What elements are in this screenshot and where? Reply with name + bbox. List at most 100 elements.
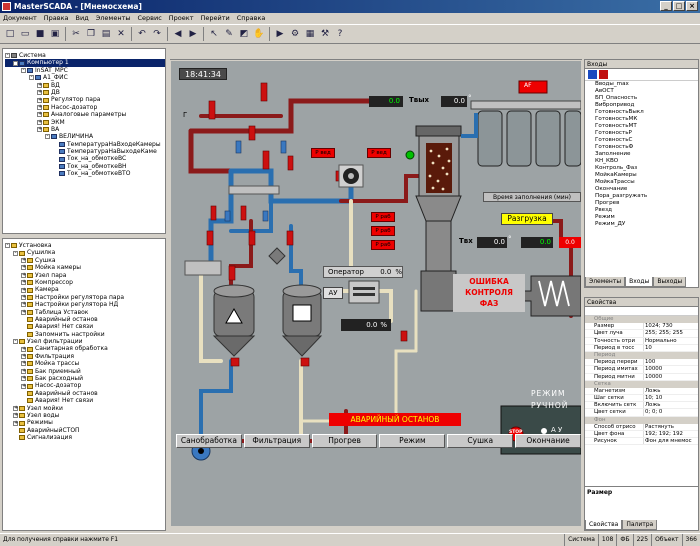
property-row[interactable]: Размер 1024; 730 (585, 323, 698, 331)
tools-icon[interactable]: ⚒ (318, 27, 332, 41)
property-value[interactable]: 10000 (643, 373, 698, 380)
delete-input-icon[interactable] (599, 70, 608, 79)
collapse-icon[interactable]: - (5, 243, 10, 249)
tree-item[interactable]: + Мойка камеры (5, 264, 165, 271)
tree-item[interactable]: - ВЕЛИЧИНА (5, 133, 165, 140)
menu-item-3[interactable]: Элементы (96, 13, 131, 24)
tree-item[interactable]: + ВА (5, 126, 165, 133)
collapse-icon[interactable]: - (45, 134, 50, 140)
expand-icon[interactable]: + (21, 280, 26, 286)
input-item[interactable]: ГотовностьВыкл (595, 109, 698, 116)
input-item[interactable]: Вводы_max (595, 81, 698, 88)
input-item[interactable]: Заполнение (595, 151, 698, 158)
property-row[interactable]: Включить сетк Ложь (585, 402, 698, 410)
au-button[interactable]: АУ (323, 287, 343, 299)
tree-item[interactable]: - Узел фильтрации (5, 338, 165, 345)
property-row[interactable]: Способ отрисо Растянуть (585, 423, 698, 432)
tree-item[interactable]: + Насос-дозатор (5, 382, 165, 389)
undo-icon[interactable]: ↶ (135, 27, 149, 41)
tree-item[interactable]: - Компьютер 1 (5, 59, 165, 67)
tree-item[interactable]: + Узел мойки (5, 405, 165, 412)
nav-button-3[interactable]: Режим (379, 434, 446, 448)
nav-button-2[interactable]: Прогрев (311, 434, 378, 448)
tree-item[interactable]: + Регулятор пара (5, 96, 165, 103)
property-value[interactable]: 10 (643, 344, 698, 351)
tree-item[interactable]: АварийныйСТОП (5, 427, 165, 434)
pen-icon[interactable]: ✎ (222, 27, 236, 41)
collapse-icon[interactable]: - (29, 75, 34, 81)
property-group[interactable]: Период (585, 351, 698, 360)
input-item[interactable]: МойкаТрассы (595, 179, 698, 186)
property-row[interactable]: Период в тосс 10 (585, 344, 698, 352)
tree-item[interactable]: Сигнализация (5, 434, 165, 441)
expand-icon[interactable]: + (37, 82, 42, 88)
nav-button-4[interactable]: Сушка (447, 434, 514, 448)
property-value[interactable]: Ложь (643, 387, 698, 395)
expand-icon[interactable]: + (13, 420, 18, 426)
operator-panel[interactable]: Оператор 0.0 % (323, 266, 403, 278)
hand-icon[interactable]: ✋ (252, 27, 266, 41)
expand-icon[interactable]: + (21, 346, 26, 352)
expand-icon[interactable]: + (21, 257, 26, 263)
tree-item[interactable]: Аварийный останов (5, 390, 165, 397)
expand-icon[interactable]: + (21, 309, 26, 315)
property-value[interactable]: Нормально (643, 337, 698, 344)
tree-item[interactable]: - Установка (5, 242, 165, 249)
collapse-icon[interactable]: - (5, 53, 10, 59)
menu-item-6[interactable]: Перейти (200, 13, 229, 24)
input-item[interactable]: МойкаКамеры (595, 172, 698, 179)
new-icon[interactable]: □ (3, 27, 17, 41)
tree-item[interactable]: + Настройки регулятора НД (5, 301, 165, 308)
tree-item[interactable]: ТемператураНаВходеКамеры (5, 141, 165, 148)
input-item[interactable]: КН_КВО (595, 158, 698, 165)
menu-item-1[interactable]: Правка (44, 13, 69, 24)
tree-item[interactable]: + Санитарная обработка (5, 345, 165, 352)
tree-item[interactable]: Ток_на_обмоткеВТО (5, 170, 165, 177)
property-row[interactable]: Цвет сетки 0; 0; 0 (585, 409, 698, 417)
property-value[interactable]: 255; 255; 255 (643, 330, 698, 337)
grid-icon[interactable]: ▦ (303, 27, 317, 41)
maximize-button[interactable]: □ (673, 1, 685, 11)
property-row[interactable]: Цвет фона 192; 192; 192 (585, 431, 698, 439)
property-row[interactable]: Период перери 100 (585, 359, 698, 367)
delete-icon[interactable]: ✕ (114, 27, 128, 41)
input-item[interactable]: ГотовностьМК (595, 116, 698, 123)
collapse-icon[interactable]: - (13, 250, 18, 256)
tree-item[interactable]: + Мойка трассы (5, 360, 165, 367)
property-value[interactable]: 100 (643, 359, 698, 366)
copy-icon[interactable]: ❐ (84, 27, 98, 41)
tree-item[interactable]: + Насос-дозатор (5, 104, 165, 111)
property-value[interactable]: Растянуть (643, 423, 698, 431)
tree-item[interactable]: - Сушилка (5, 249, 165, 256)
expand-icon[interactable]: + (21, 376, 26, 382)
input-item[interactable]: АвОСТ (595, 88, 698, 95)
property-row[interactable]: Период имитах 10000 (585, 366, 698, 374)
help-icon[interactable]: ? (333, 27, 347, 41)
menu-item-2[interactable]: Вид (76, 13, 89, 24)
debug-icon[interactable]: ⚙ (288, 27, 302, 41)
expand-icon[interactable]: + (21, 265, 26, 271)
expand-icon[interactable]: + (13, 405, 18, 411)
open-icon[interactable]: ▭ (18, 27, 32, 41)
properties-tab-0[interactable]: Свойства (585, 520, 623, 530)
tree-item[interactable]: Ток_на_обмоткеВС (5, 155, 165, 162)
expand-icon[interactable]: + (37, 119, 42, 125)
inputs-tab-1[interactable]: Входы (625, 277, 654, 287)
tree-item[interactable]: + ВД (5, 82, 165, 89)
property-value[interactable]: 10000 (643, 366, 698, 373)
tree-item[interactable]: + Настройки регулятора пара (5, 294, 165, 301)
input-item[interactable]: Вибропривод (595, 102, 698, 109)
tree-item[interactable]: Запомнить настройки (5, 331, 165, 338)
input-item[interactable]: Прогрев (595, 200, 698, 207)
property-value[interactable]: 1024; 730 (643, 323, 698, 330)
expand-icon[interactable]: + (21, 302, 26, 308)
property-row[interactable]: Цвет луча 255; 255; 255 (585, 330, 698, 338)
property-group[interactable]: Общие (585, 316, 698, 324)
tree-item[interactable]: Авария! Нет связи (5, 323, 165, 330)
tree-item[interactable]: + ЭКМ (5, 119, 165, 126)
tree-item[interactable]: - InSAT_MPC (5, 67, 165, 74)
nav-button-5[interactable]: Окончание (515, 434, 581, 448)
tree-item[interactable]: + Аналоговые параметры (5, 111, 165, 118)
nav-button-1[interactable]: Фильтрация (243, 434, 310, 448)
tree-item[interactable]: Авария! Нет связи (5, 397, 165, 404)
